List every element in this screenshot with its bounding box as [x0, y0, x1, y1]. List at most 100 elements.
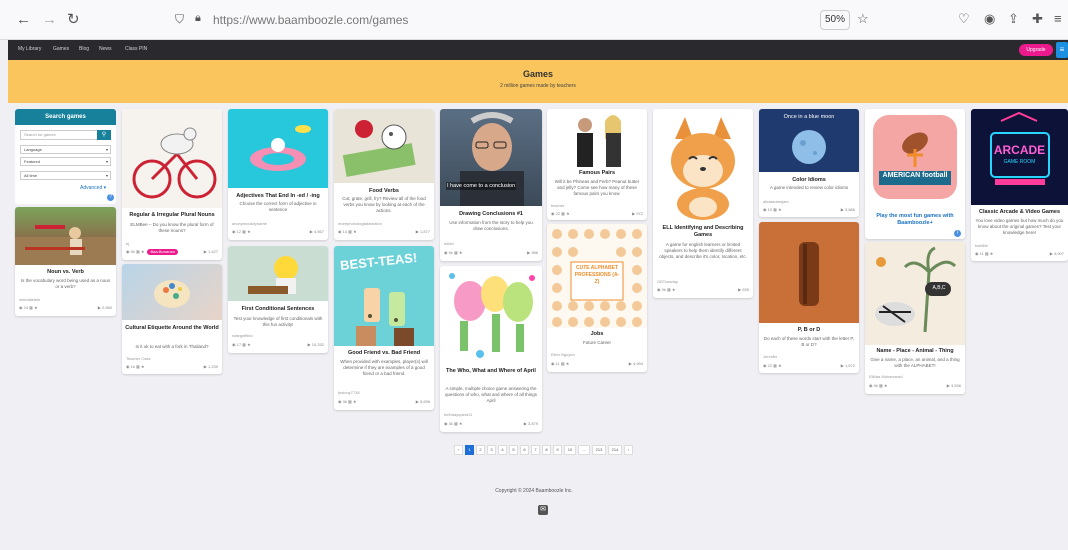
game-card[interactable]: P, B or D Do each of these words start w… — [759, 222, 859, 373]
lock-icon[interactable]: 🔒︎ — [195, 12, 201, 25]
url-text[interactable]: https://www.baamboozle.com/games — [213, 13, 408, 27]
search-heading: Search games — [15, 109, 116, 125]
featured-badge: Baa-Bonanza — [147, 249, 178, 255]
shield-icon[interactable]: ⛉ — [175, 12, 184, 27]
reload-icon[interactable]: ↻ — [67, 12, 80, 28]
nav-my-library[interactable]: My Library — [18, 46, 41, 52]
page-3[interactable]: 3 — [487, 445, 496, 455]
time-select[interactable]: All time ▾ — [20, 171, 111, 180]
card-title: First Conditional Sentences — [241, 306, 315, 312]
card-image: CUTE ALPHABET PROFESSIONS (A-Z) — [547, 224, 647, 328]
page-10[interactable]: 10 — [564, 445, 576, 455]
copyright-text: Copyright © 2024 Baamboozle Inc. — [495, 488, 573, 494]
search-input[interactable]: Search for games — [20, 130, 98, 140]
game-card[interactable]: Noun vs. Verb Is the vocabulary word bei… — [15, 207, 116, 316]
game-card[interactable]: A,B,C Name - Place - Animal - Thing Give… — [865, 242, 965, 394]
info-icon[interactable]: i — [954, 230, 961, 237]
page-next[interactable]: › — [624, 445, 633, 455]
card-author: babilbb — [975, 243, 988, 248]
page-prev[interactable]: ‹ — [454, 445, 463, 455]
game-card[interactable]: Once in a blue moon Color Idioms A game … — [759, 109, 859, 217]
game-card[interactable]: The Who, What and Where of April A simpl… — [440, 266, 542, 432]
card-title: Famous Pairs — [578, 170, 616, 176]
game-card[interactable]: ARCADE GAME ROOM Classic Arcade & Video … — [971, 109, 1068, 261]
card-description: Is it ok to eat with a fork in Thailand? — [135, 344, 209, 349]
page-7[interactable]: 7 — [531, 445, 540, 455]
page-8[interactable]: 8 — [542, 445, 551, 455]
card-stats: ◉ 22 ▦ ★ — [551, 211, 570, 216]
card-author: Ellen Nguyen — [551, 352, 575, 357]
card-author: teacher — [551, 203, 565, 208]
game-card[interactable]: First Conditional Sentences Test your kn… — [228, 246, 328, 353]
card-image — [653, 109, 753, 221]
card-author: wendaletele — [19, 297, 41, 302]
card-image — [228, 109, 328, 188]
card-author: GBTuesday — [657, 279, 678, 284]
hero-banner: Games 2 million games made by teachers — [8, 60, 1068, 103]
card-image: I have come to a conclusion — [440, 109, 542, 206]
game-room-text: GAME ROOM — [1003, 159, 1036, 165]
game-card[interactable]: ELL Identifying and Describing Games A g… — [653, 109, 753, 298]
game-card[interactable]: Adjectives That End In -ed / -ing Choose… — [228, 109, 328, 240]
help-icon[interactable]: ? — [107, 194, 114, 201]
card-author: anonymousbyname — [232, 221, 267, 226]
card-description: Will it be Phineas and Ferb? Peanut butt… — [554, 179, 640, 196]
forward-arrow-icon[interactable]: → — [42, 12, 57, 28]
page-5[interactable]: 5 — [509, 445, 518, 455]
nav-blog[interactable]: Blog — [79, 46, 89, 52]
page-6[interactable]: 6 — [520, 445, 529, 455]
language-select[interactable]: Language ▾ — [20, 145, 111, 154]
card-stats: ◉ 9k ▦ ★ Baa-Bonanza — [126, 249, 178, 255]
card-author: nategnfitkto — [232, 333, 253, 338]
share-icon[interactable]: ⇪ — [1008, 11, 1019, 27]
professions-title: CUTE ALPHABET PROFESSIONS (A-Z) — [574, 265, 620, 285]
menu-icon[interactable]: ≡ — [1054, 11, 1062, 26]
search-button[interactable]: ⚲ — [97, 130, 111, 140]
advanced-link[interactable]: Advanced ▾ — [80, 185, 106, 191]
pocket-icon[interactable]: ♡ — [958, 11, 970, 27]
back-arrow-icon[interactable]: ← — [16, 12, 31, 28]
game-card[interactable]: Cultural Etiquette Around the World Is i… — [122, 264, 222, 374]
extensions-icon[interactable]: ✚ — [1032, 11, 1043, 27]
page-4[interactable]: 4 — [498, 445, 507, 455]
page-1[interactable]: 1 — [465, 445, 474, 455]
mail-icon[interactable]: ✉ — [538, 505, 548, 515]
card-plays: ▶ 986 — [527, 250, 538, 255]
page-214[interactable]: 214 — [608, 445, 622, 455]
game-card[interactable]: Famous Pairs Will it be Phineas and Ferb… — [547, 109, 647, 220]
card-title: Regular & Irregular Plural Nouns — [129, 212, 215, 218]
game-card[interactable]: BEST-TEAS! Good Friend vs. Bad Friend Wh… — [334, 246, 434, 410]
card-plays: ▶ 3,596 — [946, 383, 961, 388]
account-icon[interactable]: ◉ — [984, 11, 995, 27]
game-card[interactable]: I have come to a conclusion Drawing Conc… — [440, 109, 542, 261]
card-image — [547, 109, 647, 167]
page-2[interactable]: 2 — [476, 445, 485, 455]
card-description: Do each of these words start with the le… — [763, 336, 855, 347]
upgrade-button[interactable]: Upgrade — [1019, 44, 1053, 56]
promo-card[interactable]: AMERICAN football Play the most fun game… — [865, 109, 965, 239]
page-9[interactable]: 9 — [553, 445, 562, 455]
card-title: Noun vs. Verb — [47, 269, 84, 275]
sort-select[interactable]: Featured ▾ — [20, 157, 111, 166]
zoom-level[interactable]: 50% — [820, 10, 850, 30]
nav-class-pin[interactable]: Class PIN — [125, 46, 147, 52]
meme-caption: I have come to a conclusion — [446, 182, 517, 190]
search-icon: ⚲ — [101, 132, 107, 138]
game-card[interactable]: Regular & Irregular Plural Nouns ELMBee … — [122, 109, 222, 260]
star-icon[interactable]: ☆ — [857, 11, 869, 27]
game-card[interactable]: Food Verbs Cut, grate, grill, fry? Revie… — [334, 109, 434, 240]
address-bar[interactable]: ⛉ 🔒︎ https://www.baamboozle.com/games 50… — [165, 7, 885, 33]
card-title: Good Friend vs. Bad Friend — [347, 350, 421, 356]
card-plays: ▶ 3,879 — [523, 421, 538, 426]
nav-games[interactable]: Games — [53, 46, 69, 52]
card-image — [15, 207, 116, 265]
card-stats: ◉ 24 ▦ ★ — [19, 305, 38, 310]
nav-news[interactable]: News — [99, 46, 112, 52]
page-213[interactable]: 213 — [592, 445, 606, 455]
card-stats: ◉ 3k ▦ ★ — [338, 399, 357, 404]
card-author: jnstony7738 — [338, 390, 360, 395]
card-description: Use information from the story to help y… — [449, 220, 533, 231]
game-card[interactable]: CUTE ALPHABET PROFESSIONS (A-Z) Jobs Fut… — [547, 224, 647, 372]
hamburger-icon[interactable]: ≡ — [1056, 42, 1068, 58]
baamboozle-plus-link[interactable]: Play the most fun games with Baamboozle+ — [867, 213, 963, 227]
